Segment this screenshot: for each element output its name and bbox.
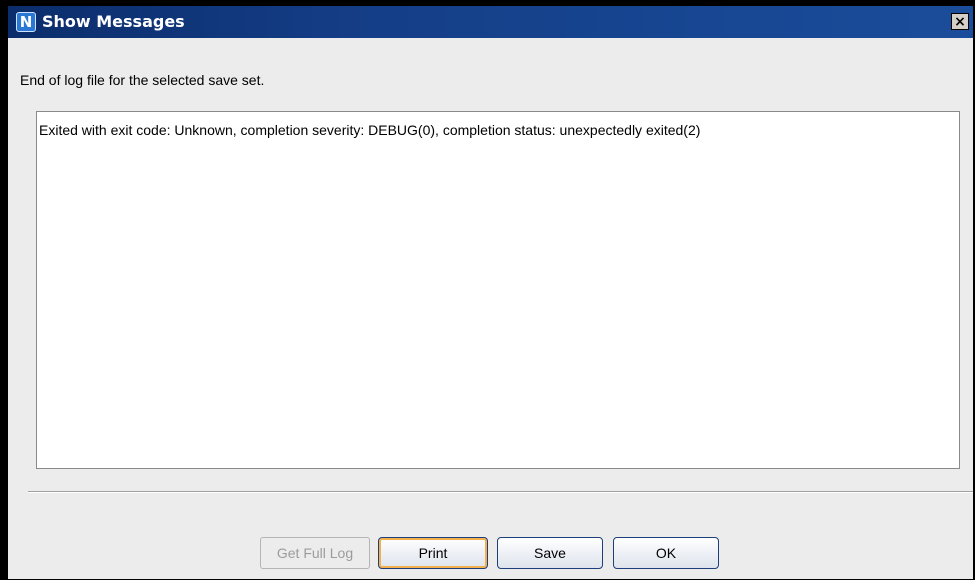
ok-button[interactable]: OK <box>613 537 719 569</box>
title-bar[interactable]: N Show Messages × <box>8 6 973 38</box>
dialog-body: End of log file for the selected save se… <box>8 38 973 579</box>
print-button[interactable]: Print <box>378 537 488 569</box>
log-message: Exited with exit code: Unknown, completi… <box>39 122 701 138</box>
intro-label: End of log file for the selected save se… <box>20 72 265 88</box>
app-logo-icon: N <box>16 12 36 32</box>
window-title: Show Messages <box>42 12 185 31</box>
close-button[interactable]: × <box>951 13 969 30</box>
save-button[interactable]: Save <box>497 537 603 569</box>
log-text-area[interactable]: Exited with exit code: Unknown, completi… <box>36 111 960 469</box>
close-icon: × <box>954 13 966 30</box>
show-messages-dialog: N Show Messages × End of log file for th… <box>0 0 975 580</box>
get-full-log-button[interactable]: Get Full Log <box>260 537 370 569</box>
separator <box>28 491 973 493</box>
